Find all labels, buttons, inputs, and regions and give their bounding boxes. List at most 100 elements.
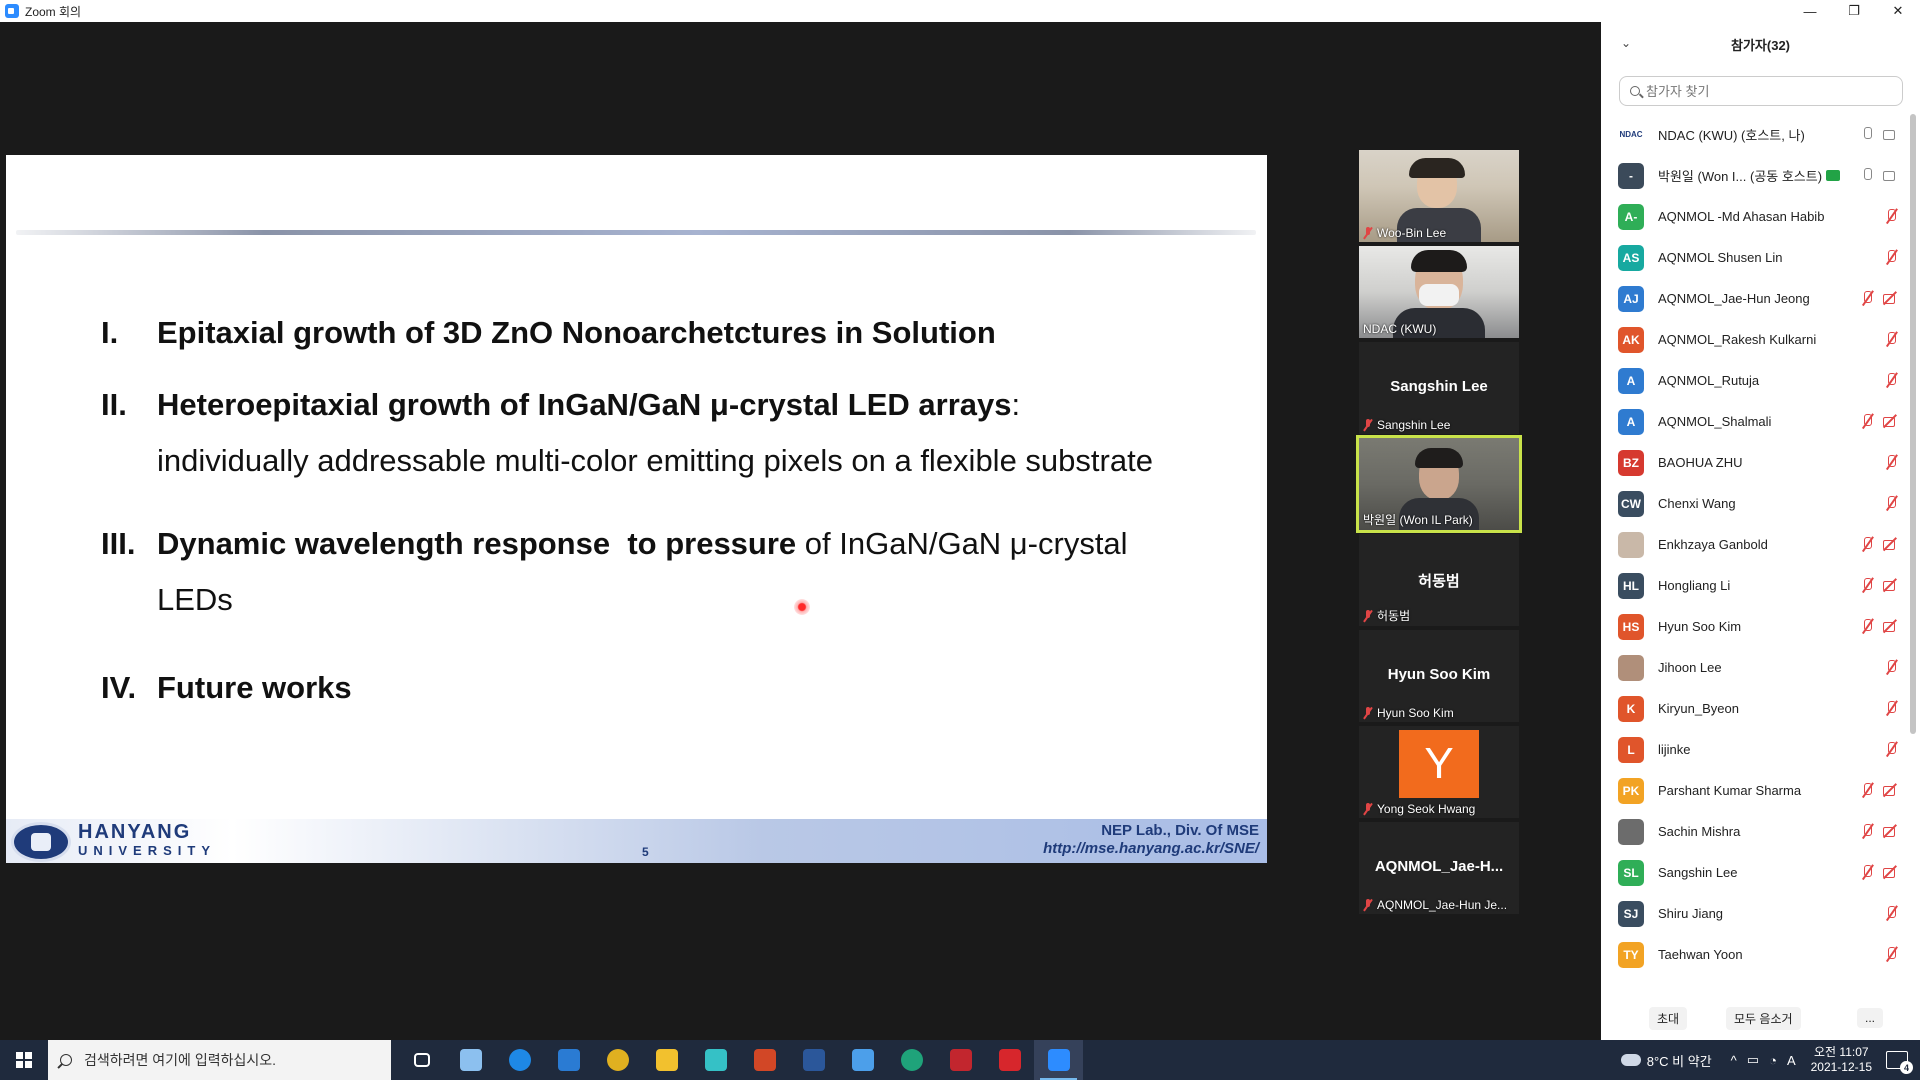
mic-icon[interactable] <box>1861 127 1873 141</box>
taskbar-app-mail[interactable] <box>544 1040 593 1080</box>
participant-row[interactable]: HS Hyun Soo Kim <box>1601 606 1907 647</box>
mic-muted-icon[interactable] <box>1861 783 1873 797</box>
clock[interactable]: 오전 11:07 2021-12-15 <box>1811 1045 1872 1075</box>
participant-search[interactable] <box>1619 76 1903 106</box>
video-tile[interactable]: Woo-Bin Lee <box>1359 150 1519 242</box>
participant-row[interactable]: Jihoon Lee <box>1601 647 1907 688</box>
participant-row[interactable]: Llijinke <box>1601 729 1907 770</box>
video-tile[interactable]: Sangshin Lee Sangshin Lee <box>1359 342 1519 434</box>
participant-row[interactable]: AJ AQNMOL_Jae-Hun Jeong <box>1601 278 1907 319</box>
camera-off-icon[interactable] <box>1883 291 1897 305</box>
taskbar-app-edge-legacy[interactable] <box>495 1040 544 1080</box>
taskbar-app-powerpoint[interactable] <box>740 1040 789 1080</box>
mic-muted-icon[interactable] <box>1885 660 1897 674</box>
mic-muted-icon[interactable] <box>1861 619 1873 633</box>
participant-row[interactable]: Sachin Mishra <box>1601 811 1907 852</box>
camera-icon[interactable] <box>1883 127 1897 141</box>
tile-name-label: 박원일 (Won IL Park) <box>1363 511 1473 528</box>
chevron-up-icon[interactable]: ^ <box>1731 1053 1737 1068</box>
mute-all-button[interactable]: 모두 음소거 <box>1726 1006 1801 1030</box>
mic-muted-icon[interactable] <box>1885 373 1897 387</box>
mic-muted-icon[interactable] <box>1861 865 1873 879</box>
tile-name-label: Woo-Bin Lee <box>1363 226 1446 240</box>
participant-row[interactable]: - 박원일 (Won I... (공동 호스트) <box>1601 155 1907 196</box>
mic-muted-icon[interactable] <box>1861 578 1873 592</box>
participant-row[interactable]: SL Sangshin Lee <box>1601 852 1907 893</box>
mic-muted-icon[interactable] <box>1885 947 1897 961</box>
camera-off-icon[interactable] <box>1883 619 1897 633</box>
restore-button[interactable]: ❐ <box>1832 0 1876 22</box>
mic-muted-icon[interactable] <box>1861 537 1873 551</box>
taskbar-app-file-explorer[interactable] <box>642 1040 691 1080</box>
participant-row[interactable]: TY Taehwan Yoon <box>1601 934 1907 975</box>
participant-status-icons <box>1885 496 1897 510</box>
participant-row[interactable]: CW Chenxi Wang <box>1601 483 1907 524</box>
taskbar-app-zoom[interactable] <box>1034 1040 1083 1080</box>
taskbar-app-chrome[interactable] <box>593 1040 642 1080</box>
avatar: HS <box>1618 613 1644 640</box>
panel-title: 참가자(32) <box>1731 37 1790 53</box>
mic-muted-icon[interactable] <box>1885 742 1897 756</box>
participant-row[interactable]: Enkhzaya Ganbold <box>1601 524 1907 565</box>
mic-muted-icon[interactable] <box>1885 906 1897 920</box>
mic-muted-icon[interactable] <box>1885 496 1897 510</box>
mic-muted-icon[interactable] <box>1861 291 1873 305</box>
participant-row[interactable]: SJ Shiru Jiang <box>1601 893 1907 934</box>
taskbar-app-acrobat[interactable] <box>985 1040 1034 1080</box>
video-tile[interactable]: NDAC (KWU) <box>1359 246 1519 338</box>
mic-muted-icon[interactable] <box>1885 332 1897 346</box>
taskbar-app-edge[interactable] <box>887 1040 936 1080</box>
participant-status-icons <box>1861 291 1897 305</box>
participant-row[interactable]: AS AQNMOL Shusen Lin <box>1601 237 1907 278</box>
notification-icon[interactable]: 4 <box>1886 1051 1913 1074</box>
mic-icon[interactable] <box>1861 168 1873 182</box>
participant-row[interactable]: NDAC NDAC (KWU) (호스트, 나) <box>1601 114 1907 155</box>
mic-muted-icon[interactable] <box>1885 455 1897 469</box>
video-tile-active-speaker[interactable]: 박원일 (Won IL Park) <box>1356 435 1522 533</box>
weather-widget[interactable]: 8°C 비 약간 <box>1620 1051 1712 1070</box>
video-tile[interactable]: 허동범 허동범 <box>1359 534 1519 626</box>
camera-off-icon[interactable] <box>1883 783 1897 797</box>
taskbar-app-app-red[interactable] <box>936 1040 985 1080</box>
mic-muted-icon[interactable] <box>1885 250 1897 264</box>
participant-row[interactable]: K Kiryun_Byeon <box>1601 688 1907 729</box>
mic-muted-icon[interactable] <box>1861 824 1873 838</box>
participant-search-input[interactable] <box>1646 83 1886 99</box>
tile-name-label: Sangshin Lee <box>1363 418 1450 432</box>
close-button[interactable]: ✕ <box>1876 0 1920 22</box>
taskbar-app-app-gear[interactable] <box>446 1040 495 1080</box>
network-icon[interactable]: ◔ <box>1769 1053 1777 1068</box>
invite-button[interactable]: 초대 <box>1649 1006 1688 1030</box>
camera-off-icon[interactable] <box>1883 578 1897 592</box>
video-tile[interactable]: Hyun Soo Kim Hyun Soo Kim <box>1359 630 1519 722</box>
mic-muted-icon[interactable] <box>1885 209 1897 223</box>
battery-icon[interactable]: ▭ <box>1747 1052 1759 1068</box>
participant-row[interactable]: HL Hongliang Li <box>1601 565 1907 606</box>
taskbar-app-feather-app[interactable] <box>691 1040 740 1080</box>
participant-row[interactable]: A- AQNMOL -Md Ahasan Habib <box>1601 196 1907 237</box>
mic-muted-icon[interactable] <box>1861 414 1873 428</box>
participant-row[interactable]: A AQNMOL_Rutuja <box>1601 360 1907 401</box>
ime-indicator[interactable]: A <box>1787 1053 1796 1068</box>
video-tile[interactable]: AQNMOL_Jae-H... AQNMOL_Jae-Hun Je... <box>1359 822 1519 914</box>
minimize-button[interactable]: — <box>1788 0 1832 22</box>
camera-off-icon[interactable] <box>1883 865 1897 879</box>
camera-off-icon[interactable] <box>1883 414 1897 428</box>
taskbar-app-store[interactable] <box>838 1040 887 1080</box>
start-button[interactable] <box>0 1040 48 1080</box>
taskbar-app-task-view[interactable] <box>397 1040 446 1080</box>
camera-off-icon[interactable] <box>1883 824 1897 838</box>
taskbar-app-word[interactable] <box>789 1040 838 1080</box>
taskbar-search[interactable]: 검색하려면 여기에 입력하십시오. <box>48 1040 391 1080</box>
camera-icon[interactable] <box>1883 168 1897 182</box>
participant-row[interactable]: AK AQNMOL_Rakesh Kulkarni <box>1601 319 1907 360</box>
participant-row[interactable]: PK Parshant Kumar Sharma <box>1601 770 1907 811</box>
participant-row[interactable]: BZ BAOHUA ZHU <box>1601 442 1907 483</box>
video-tile[interactable]: Y Yong Seok Hwang <box>1359 726 1519 818</box>
camera-off-icon[interactable] <box>1883 537 1897 551</box>
participant-row[interactable]: A AQNMOL_Shalmali <box>1601 401 1907 442</box>
more-button[interactable]: ... <box>1857 1008 1884 1028</box>
mic-muted-icon[interactable] <box>1885 701 1897 715</box>
scrollbar[interactable] <box>1910 114 1916 734</box>
task-view-icon <box>413 1053 430 1067</box>
